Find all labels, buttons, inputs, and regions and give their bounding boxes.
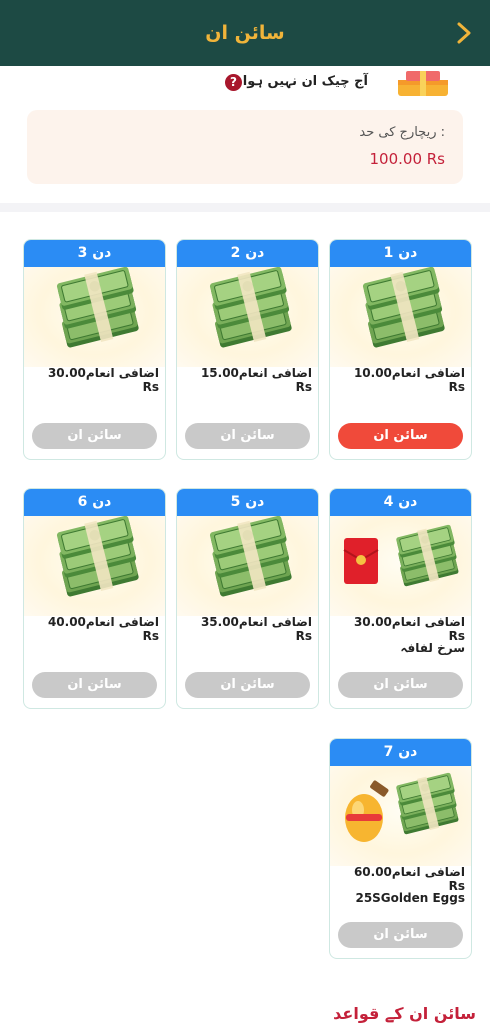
gift-box-icon: [394, 68, 452, 98]
reward-amount: اضافی انعام60.00 Rs: [353, 865, 465, 893]
sign-in-button[interactable]: سائن ان: [338, 922, 463, 948]
day-label: دن 7: [330, 739, 471, 766]
day-label: دن 2: [177, 240, 318, 267]
reward-amount: اضافی انعام35.00 Rs: [200, 615, 312, 643]
top-bar: سائن ان: [0, 0, 490, 66]
sign-in-button[interactable]: سائن ان: [338, 423, 463, 449]
section-divider: [0, 203, 490, 212]
sign-in-button[interactable]: سائن ان: [185, 423, 310, 449]
day-card-2: دن 2 اضافی انعام15.00 Rs سائن ان: [176, 239, 319, 460]
day-label: دن 4: [330, 489, 471, 516]
reward-amount: اضافی انعام40.00 Rs: [47, 615, 159, 643]
page-title: سائن ان: [205, 22, 285, 44]
cash-stack-icon: [24, 516, 165, 616]
day-card-4: دن 4 اضافی انعام30.00 Rs سرخ لفافہ سائن …: [329, 488, 472, 709]
red-envelope-and-cash-icon: [330, 516, 471, 616]
checkin-status-text: آج چیک ان نہیں ہوا: [242, 74, 368, 89]
sign-in-button[interactable]: سائن ان: [185, 672, 310, 698]
day-card-3: دن 3 اضافی انعام30.00 Rs سائن ان: [23, 239, 166, 460]
help-icon[interactable]: ?: [225, 74, 242, 91]
back-chevron-icon[interactable]: [454, 20, 476, 46]
day-label: دن 5: [177, 489, 318, 516]
reward-amount: اضافی انعام15.00 Rs: [200, 366, 312, 394]
cash-stack-icon: [330, 267, 471, 367]
day-card-6: دن 6 اضافی انعام40.00 Rs سائن ان: [23, 488, 166, 709]
golden-egg-and-cash-icon: [330, 766, 471, 866]
day-label: دن 3: [24, 240, 165, 267]
sign-in-button[interactable]: سائن ان: [338, 672, 463, 698]
extra-reward: 25SGolden Eggs: [355, 891, 465, 905]
day-card-1: دن 1 اضافی انعام10.00 Rs سائن ان: [329, 239, 472, 460]
day-label: دن 1: [330, 240, 471, 267]
cash-stack-icon: [177, 267, 318, 367]
sign-in-button[interactable]: سائن ان: [32, 423, 157, 449]
reward-amount: اضافی انعام30.00 Rs: [353, 615, 465, 643]
rules-title: سائن ان کے قواعد: [333, 1004, 476, 1023]
extra-reward: سرخ لفافہ: [400, 641, 465, 655]
reward-amount: اضافی انعام30.00 Rs: [47, 366, 159, 394]
recharge-limit-value: 100.00 Rs: [369, 150, 446, 168]
day-card-5: دن 5 اضافی انعام35.00 Rs سائن ان: [176, 488, 319, 709]
recharge-limit-label: ریچارج کی حد :: [359, 125, 445, 140]
day-card-7: دن 7 اضافی انعام60.00 Rs 25SGolden Eggs …: [329, 738, 472, 959]
cash-stack-icon: [177, 516, 318, 616]
cash-stack-icon: [24, 267, 165, 367]
recharge-limit-box: ریچارج کی حد : 100.00 Rs: [27, 110, 463, 184]
day-label: دن 6: [24, 489, 165, 516]
reward-amount: اضافی انعام10.00 Rs: [353, 366, 465, 394]
sign-in-button[interactable]: سائن ان: [32, 672, 157, 698]
